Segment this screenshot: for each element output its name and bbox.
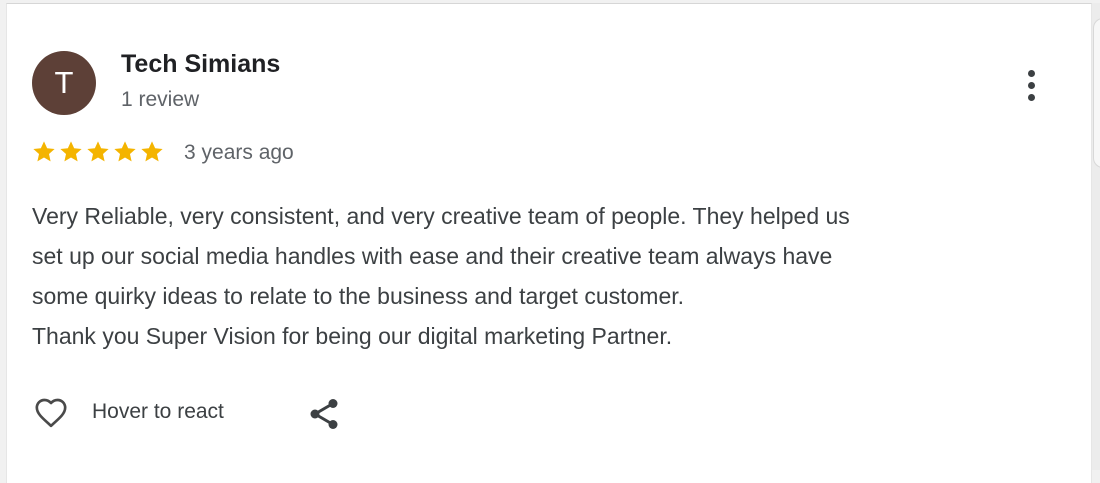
- more-vert-icon: [1027, 69, 1035, 77]
- react-button[interactable]: Hover to react: [30, 392, 224, 432]
- star-icon: [60, 141, 82, 162]
- review-text-line: set up our social media handles with eas…: [32, 243, 833, 269]
- review-text-line: some quirky ideas to relate to the busin…: [32, 283, 685, 309]
- star-icon: [141, 141, 163, 162]
- reviewer-name[interactable]: Tech Simians: [121, 50, 280, 79]
- star-rating: [31, 139, 165, 165]
- more-vert-icon-dot: [1027, 93, 1035, 101]
- avatar-initial: T: [54, 65, 74, 100]
- review-text: Very Reliable, very consistent, and very…: [32, 196, 1072, 356]
- review-time: 3 years ago: [184, 141, 294, 164]
- react-label: Hover to react: [92, 400, 224, 423]
- reviewer-review-count: 1 review: [121, 88, 200, 111]
- star-icon: [114, 141, 136, 162]
- heart-outline-icon: [35, 398, 67, 428]
- review-text-line: Very Reliable, very consistent, and very…: [32, 203, 850, 229]
- star-icon: [87, 141, 109, 162]
- review-text-line: Thank you Super Vision for being our dig…: [32, 323, 673, 349]
- share-icon[interactable]: [306, 396, 342, 432]
- more-options-button[interactable]: [1016, 60, 1046, 110]
- scroll-handle[interactable]: [1093, 18, 1100, 168]
- more-vert-icon-dot: [1027, 81, 1035, 89]
- avatar[interactable]: T: [32, 51, 96, 115]
- star-icon: [33, 141, 55, 162]
